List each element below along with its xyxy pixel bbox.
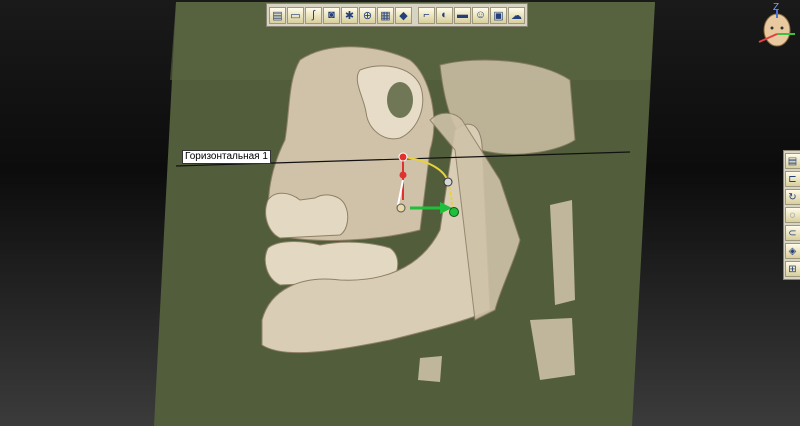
volume-icon[interactable]: ▦ [377,6,394,24]
layout-icon[interactable]: ▣ [490,6,507,24]
window-level-icon[interactable]: ▬ [454,6,471,24]
volume-render[interactable] [0,0,800,426]
gizmo-handle-red [398,152,408,162]
rotate-icon[interactable]: ↻ [784,189,800,205]
gizmo-handle-center [399,171,407,179]
right-toolbar: ▤ ⊏ ↻ ◌ ⊂ ◈ ⊞ [783,150,800,280]
lasso-icon[interactable]: ⊂ [784,225,800,241]
nerve-icon[interactable]: ✱ [341,6,358,24]
implant-view-icon[interactable]: ▤ [269,6,286,24]
cloud-icon[interactable]: ☁ [508,6,525,24]
implant-tool-icon[interactable]: ⌐ [418,6,435,24]
cube-3d-icon[interactable]: ◙ [323,6,340,24]
implant-side-icon[interactable]: ▤ [784,153,800,169]
tooth-icon[interactable]: ◐ [436,6,453,24]
gizmo-handle-green [449,207,459,217]
curve-icon[interactable]: ∫ [305,6,322,24]
plane-label[interactable]: Горизонтальная 1 [182,150,271,164]
3d-viewport[interactable]: Горизонтальная 1 ▤ ▭ ∫ ◙ ✱ ⊕ ▦ ◆ ⌐ ◐ ▬ ☺… [0,0,800,426]
top-toolbar: ▤ ▭ ∫ ◙ ✱ ⊕ ▦ ◆ ⌐ ◐ ▬ ☺ ▣ ☁ [266,3,528,27]
bone-fragment [418,356,442,382]
color-icon[interactable]: ◈ [784,243,800,259]
gizmo-handle-white [443,177,453,187]
upper-teeth [265,192,349,239]
gizmo-handle-tan [396,203,406,213]
bone-render-icon[interactable]: ◆ [395,6,412,24]
face-icon[interactable]: ☺ [472,6,489,24]
orientation-head-icon[interactable] [755,4,799,52]
export-icon[interactable]: ⊞ [784,261,800,277]
globe-icon[interactable]: ⊕ [359,6,376,24]
crop-icon[interactable]: ⊏ [784,171,800,187]
clip-icon[interactable]: ◌ [784,207,800,223]
panorama-icon[interactable]: ▭ [287,6,304,24]
orbit-hole [387,82,413,118]
